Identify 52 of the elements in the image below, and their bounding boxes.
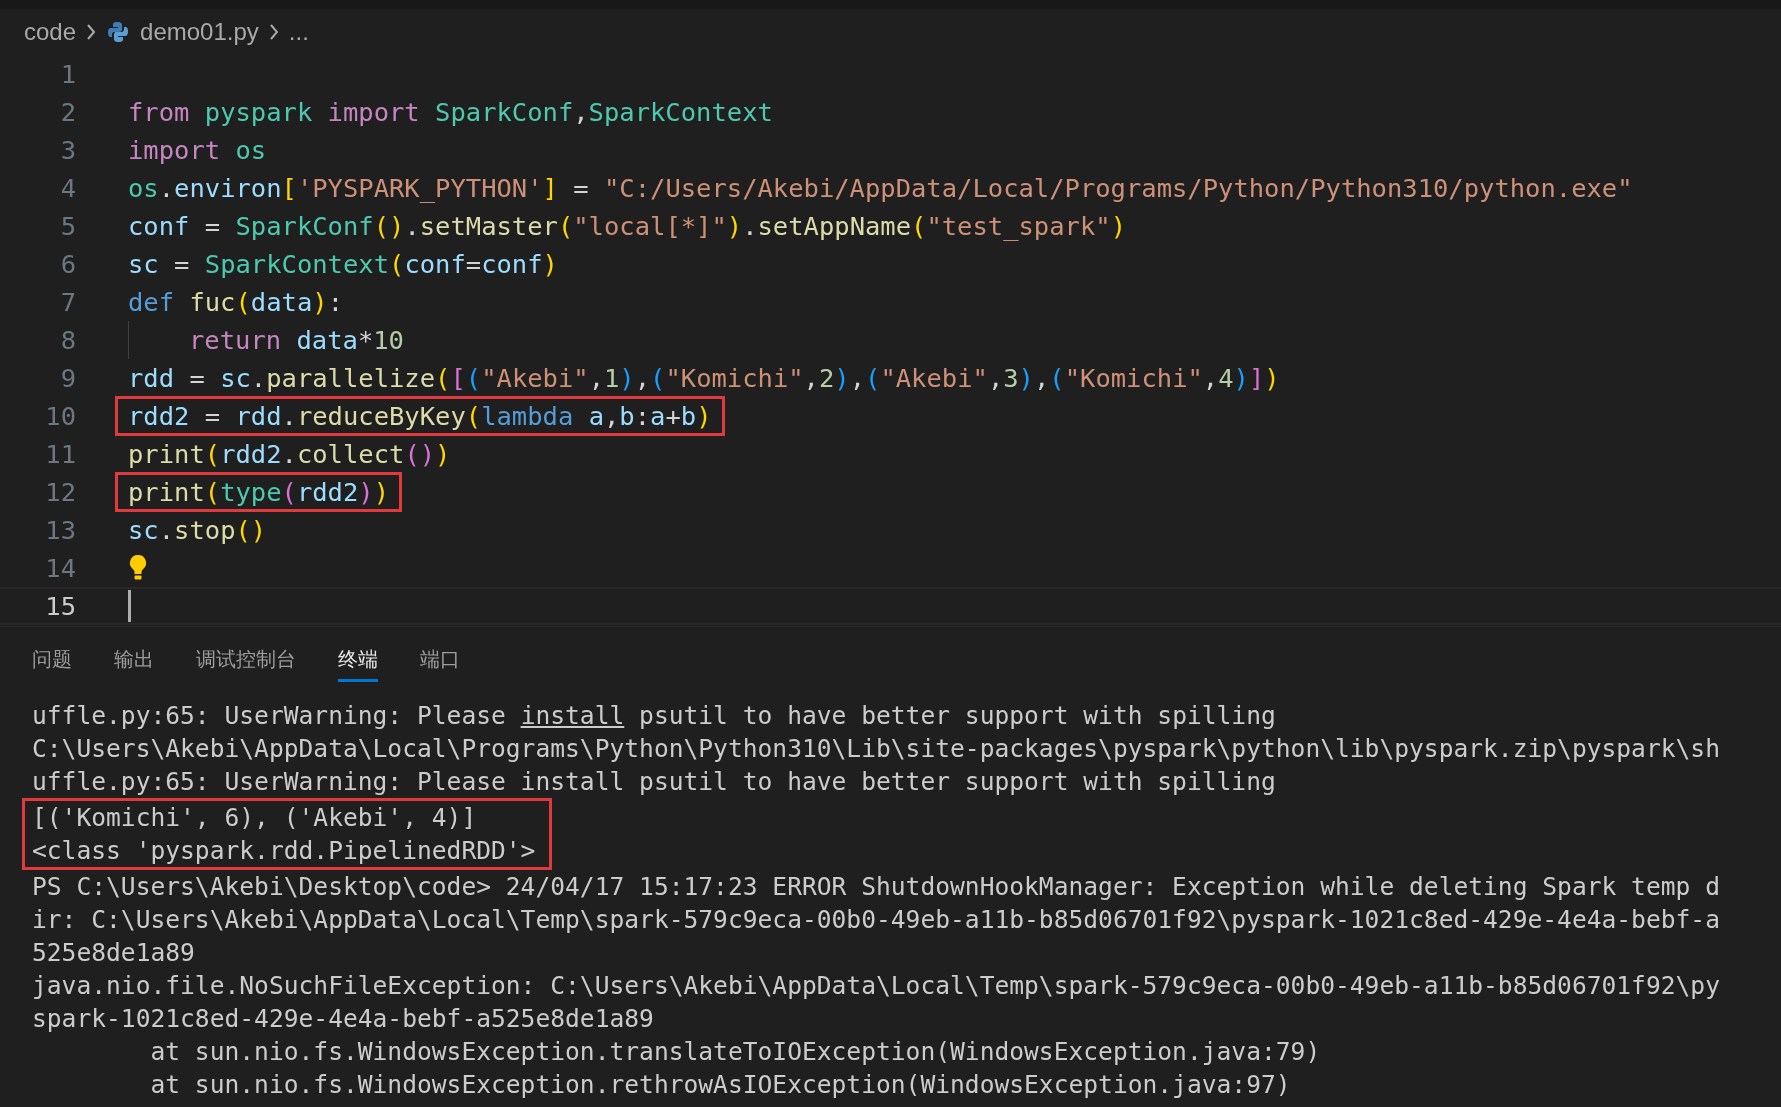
terminal-line: spark-1021c8ed-429e-4e4a-bebf-a525e8de1a89 (32, 1003, 655, 1035)
panel-tab[interactable]: 终端 (338, 638, 378, 682)
indent-guide (128, 321, 129, 359)
terminal-line: ir: C:\Users\Akebi\AppData\Local\Temp\spark-579c9eca-00b0-49eb-a11b-b85d06701f92\pyspark-1021c8ed-429e-4e4a-bebf-a (32, 904, 1721, 936)
terminal-line: C:\Users\Akebi\AppData\Local\Programs\Python\Python310\Lib\site-packages\pyspark\python\lib\pyspark.zip\pyspark\sh (32, 733, 1721, 765)
terminal-line: [('Komichi', 6), ('Akebi', 4)] (32, 802, 478, 834)
code-line: os.environ['PYSPARK_PYTHON'] = "C:/Users/Akebi/AppData/Local/Programs/Python/Python310/python.exe" (128, 173, 1633, 203)
panel-tab[interactable]: 调试控制台 (196, 638, 296, 682)
chevron-right-icon (268, 23, 279, 41)
line-number: 8 (59, 325, 76, 355)
line-number: 14 (44, 553, 76, 583)
breadcrumb-file[interactable]: demo01.py (140, 18, 259, 46)
terminal-line: PS C:\Users\Akebi\Desktop\code> 24/04/17 15:17:23 ERROR ShutdownHookManager: Exception while deleting Spark temp d (32, 871, 1721, 903)
breadcrumb-more[interactable]: ... (288, 18, 309, 46)
text-cursor (128, 590, 131, 622)
code-line: rdd = sc.parallelize([("Akebi",1),("Komichi",2),("Akebi",3),("Komichi",4)]) (128, 363, 1280, 393)
line-number: 12 (44, 477, 76, 507)
code-line: sc.stop() (128, 515, 267, 545)
line-number: 5 (59, 211, 76, 241)
terminal-line: uffle.py:65: UserWarning: Please install psutil to have better support with spilling (32, 766, 1277, 798)
line-number: 10 (44, 401, 76, 431)
line-number: 2 (59, 97, 76, 127)
line-number: 13 (44, 515, 76, 545)
line-number: 1 (59, 59, 76, 89)
panel-tab[interactable]: 输出 (114, 638, 154, 682)
line-number: 4 (59, 173, 76, 203)
terminal-line: java.nio.file.NoSuchFileException: C:\Users\Akebi\AppData\Local\Temp\spark-579c9eca-00b0-49eb-a11b-b85d06701f92\py (32, 970, 1721, 1002)
terminal-line: at sun.nio.fs.WindowsException.translateToIOException(WindowsException.java:79) (149, 1036, 1322, 1068)
line-number: 6 (59, 249, 76, 279)
panel-tab[interactable]: 端口 (420, 638, 460, 682)
terminal-line: 525e8de1a89 (32, 937, 196, 969)
breadcrumb-folder[interactable]: code (24, 18, 77, 46)
code-line: sc = SparkContext(conf=conf) (128, 249, 558, 279)
line-number: 15 (44, 591, 76, 621)
terminal-line: at sun.nio.fs.WindowsException.rethrowAsIOException(WindowsException.java:97) (149, 1069, 1292, 1101)
terminal-line: uffle.py:65: UserWarning: Please install psutil to have better support with spilling (32, 700, 1277, 732)
code-line: conf = SparkConf().setMaster("local[*]").setAppName("test_spark") (128, 211, 1126, 241)
line-number: 7 (59, 287, 76, 317)
line-number: 9 (59, 363, 76, 393)
terminal-line: <class 'pyspark.rdd.PipelinedRDD'> (32, 835, 536, 867)
chevron-right-icon (86, 23, 97, 41)
code-line: import os (128, 135, 267, 165)
code-line: def fuc(data): (128, 287, 343, 317)
line-number: 11 (44, 439, 76, 469)
code-line: return data*10 (189, 325, 404, 355)
code-line: print(rdd2.collect()) (128, 439, 451, 469)
panel-tab[interactable]: 问题 (32, 638, 72, 682)
lightbulb-icon (128, 554, 148, 582)
install-link[interactable]: install (520, 701, 625, 730)
line-number: 3 (59, 135, 76, 165)
python-file-icon (106, 20, 131, 44)
code-line: from pyspark import SparkConf,SparkContext (128, 97, 773, 127)
